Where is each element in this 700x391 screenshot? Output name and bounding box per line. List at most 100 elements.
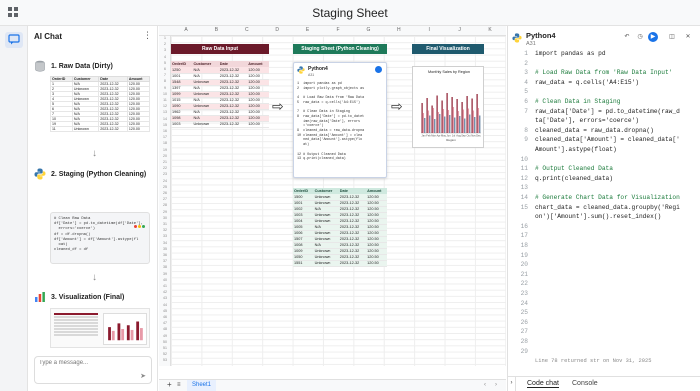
- kebab-icon[interactable]: ⋮: [143, 30, 152, 41]
- table-row[interactable]: 1551 Unknown 2023-12-32 120.50: [293, 260, 387, 267]
- table-cell[interactable]: 120.00: [247, 121, 269, 128]
- column-header[interactable]: G: [353, 27, 383, 33]
- code-line[interactable]: 1 import pandas as pd: [508, 50, 700, 60]
- code-line[interactable]: ta['Date'], errors='coerce'): [508, 117, 700, 127]
- row-header[interactable]: 9: [159, 86, 171, 90]
- code-line[interactable]: 9 cleaned_data['Amount'] = cleaned_data[': [508, 136, 700, 146]
- code-line[interactable]: 22: [508, 280, 700, 290]
- row-header[interactable]: 51: [159, 346, 171, 350]
- line-text[interactable]: q.print(cleaned_data): [535, 175, 613, 182]
- code-line[interactable]: 23: [508, 290, 700, 300]
- code-line[interactable]: 4 raw_data = q.cells('A4:E15'): [508, 79, 700, 89]
- code-line[interactable]: 5: [508, 88, 700, 98]
- cleaned-data-table[interactable]: OrderID Customer Date Amount 1500 Unknown 202…: [293, 188, 387, 267]
- column-header[interactable]: C: [232, 27, 262, 33]
- visualization-thumbnail[interactable]: [50, 308, 150, 348]
- spreadsheet[interactable]: ABCDEFGHIJKLMNOPQR 123456789101112131415…: [159, 26, 506, 391]
- row-header[interactable]: 44: [159, 303, 171, 307]
- run-icon[interactable]: [375, 66, 382, 73]
- table-cell[interactable]: 2023-12-32: [218, 121, 248, 128]
- row-header[interactable]: 12: [159, 104, 171, 108]
- column-header[interactable]: K: [475, 27, 505, 33]
- row-header[interactable]: 50: [159, 340, 171, 344]
- python-code-popup[interactable]: Python4 A31 1 import pandas as pd 2 impo…: [293, 62, 387, 178]
- line-text[interactable]: # Generate Chart Data for Visualization: [535, 194, 680, 201]
- row-header[interactable]: 20: [159, 154, 171, 158]
- code-line[interactable]: 11 # Output Cleaned Data: [508, 165, 700, 175]
- row-header[interactable]: 5: [159, 61, 171, 65]
- line-text[interactable]: on')['Amount'].sum().reset_index(): [535, 213, 661, 220]
- code-line[interactable]: 8 cleaned_data = raw_data.dropna(): [508, 127, 700, 137]
- table-cell[interactable]: Unknown: [192, 121, 219, 128]
- row-header[interactable]: 26: [159, 191, 171, 195]
- code-line[interactable]: 7 raw_data['Date'] = pd.to_datetime(raw_d: [508, 108, 700, 118]
- row-header[interactable]: 1: [159, 36, 171, 40]
- code-line[interactable]: 28: [508, 338, 700, 348]
- table-cell[interactable]: 120.50: [366, 260, 387, 267]
- code-line[interactable]: 12 q.print(cleaned_data): [508, 175, 700, 185]
- clock-icon[interactable]: ◷: [635, 32, 645, 42]
- row-header[interactable]: 25: [159, 185, 171, 189]
- expand-icon[interactable]: ›: [508, 377, 516, 391]
- row-header[interactable]: 32: [159, 228, 171, 232]
- run-icon[interactable]: ▶: [648, 32, 658, 42]
- row-header[interactable]: 38: [159, 265, 171, 269]
- table-cell[interactable]: 2023-12-32: [338, 260, 367, 267]
- row-header[interactable]: 36: [159, 253, 171, 257]
- code-line[interactable]: 20: [508, 261, 700, 271]
- row-header[interactable]: 42: [159, 290, 171, 294]
- line-text[interactable]: # Load Raw Data from 'Raw Data Input': [535, 69, 672, 76]
- row-header[interactable]: 2: [159, 42, 171, 46]
- table-cell[interactable]: Unknown: [313, 260, 339, 267]
- code-line[interactable]: 14 # Generate Chart Data for Visualizatio…: [508, 194, 700, 204]
- send-icon[interactable]: ➤: [140, 372, 146, 380]
- popup-code[interactable]: 1 import pandas as pd 2 import plotly.gr…: [297, 82, 364, 162]
- sales-chart[interactable]: Monthly Sales by Region Jan Feb Mar Apr May J…: [412, 66, 484, 148]
- row-header[interactable]: 18: [159, 141, 171, 145]
- row-header[interactable]: 49: [159, 334, 171, 338]
- row-header[interactable]: 4: [159, 55, 171, 59]
- row-header[interactable]: 8: [159, 79, 171, 83]
- row-header[interactable]: 10: [159, 92, 171, 96]
- column-header[interactable]: A: [171, 27, 201, 33]
- code-line[interactable]: 19: [508, 252, 700, 262]
- row-header[interactable]: 28: [159, 203, 171, 207]
- column-header[interactable]: I: [414, 27, 444, 33]
- code-line[interactable]: 24: [508, 300, 700, 310]
- code-line[interactable]: on')['Amount'].sum().reset_index(): [508, 213, 700, 223]
- tab-console[interactable]: Console: [572, 380, 598, 387]
- code-line[interactable]: Amount'].astype(float): [508, 146, 700, 156]
- row-header[interactable]: 3: [159, 48, 171, 52]
- row-header[interactable]: 11: [159, 98, 171, 102]
- row-header[interactable]: 14: [159, 117, 171, 121]
- line-text[interactable]: # Output Cleaned Data: [535, 165, 613, 172]
- code-line[interactable]: 15 chart_data = cleaned_data.groupby('Reg…: [508, 204, 700, 214]
- line-text[interactable]: chart_data = cleaned_data.groupby('Regi: [535, 204, 680, 211]
- row-header[interactable]: 15: [159, 123, 171, 127]
- code-line[interactable]: 26: [508, 319, 700, 329]
- row-header[interactable]: 29: [159, 210, 171, 214]
- row-header[interactable]: 37: [159, 259, 171, 263]
- close-icon[interactable]: ✕: [683, 32, 693, 42]
- row-header[interactable]: 23: [159, 172, 171, 176]
- history-icon[interactable]: ↶: [622, 32, 632, 42]
- plus-icon[interactable]: +: [167, 380, 172, 389]
- code-line[interactable]: 27: [508, 328, 700, 338]
- row-header[interactable]: 39: [159, 272, 171, 276]
- line-text[interactable]: cleaned_data['Amount'] = cleaned_data[': [535, 136, 680, 143]
- sheet-tab[interactable]: Sheet1: [187, 380, 217, 391]
- row-header[interactable]: 46: [159, 315, 171, 319]
- row-header[interactable]: 45: [159, 309, 171, 313]
- code-area[interactable]: 1 import pandas as pd 2 3 # Load Raw Data fr…: [508, 50, 700, 372]
- row-header[interactable]: 24: [159, 179, 171, 183]
- line-text[interactable]: import pandas as pd: [535, 50, 606, 57]
- line-text[interactable]: cleaned_data = raw_data.dropna(): [535, 127, 654, 134]
- code-line[interactable]: 6 # Clean Data in Staging: [508, 98, 700, 108]
- table-row[interactable]: 1003 Unknown 2023-12-32 120.00: [171, 121, 269, 128]
- column-header[interactable]: J: [445, 27, 475, 33]
- tab-code-chat[interactable]: Code chat: [527, 380, 559, 388]
- row-header[interactable]: 17: [159, 135, 171, 139]
- row-header[interactable]: 53: [159, 358, 171, 362]
- viz-title[interactable]: Final Visualization: [412, 44, 484, 54]
- row-header[interactable]: 19: [159, 148, 171, 152]
